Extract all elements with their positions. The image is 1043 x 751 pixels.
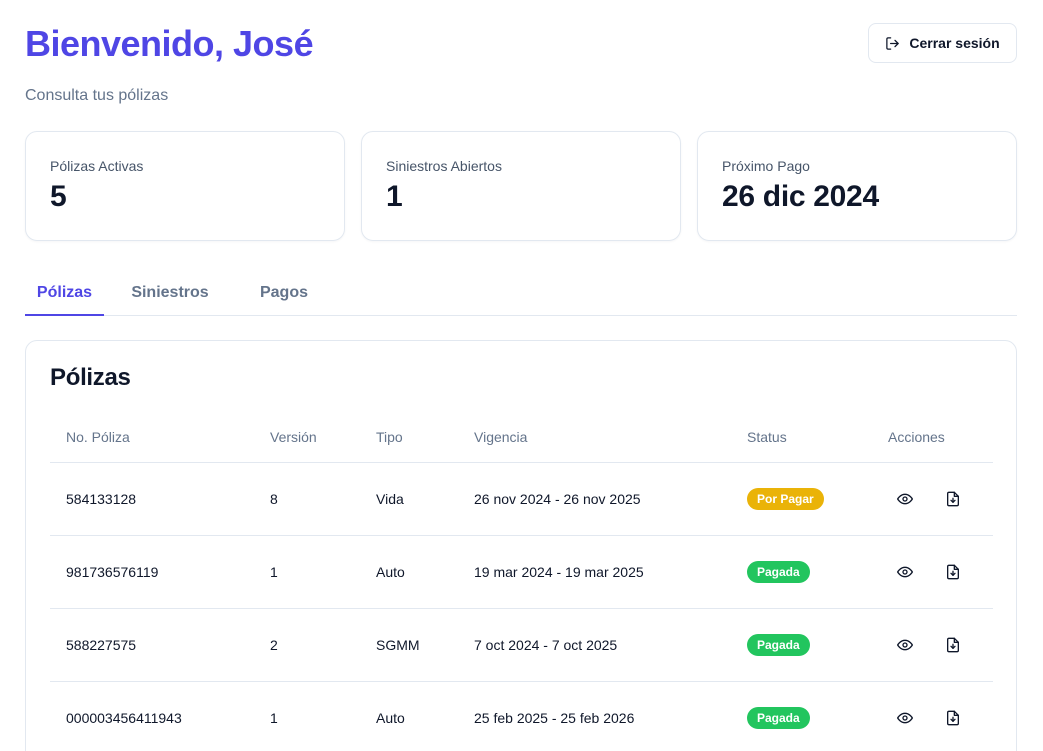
status-badge: Pagada bbox=[747, 706, 810, 729]
eye-icon[interactable] bbox=[894, 707, 916, 729]
status-badge: Por Pagar bbox=[747, 487, 824, 510]
policy-status-cell: Pagada bbox=[731, 608, 872, 682]
policy-actions bbox=[872, 535, 993, 609]
policy-number: 584133128 bbox=[50, 462, 254, 536]
column-header: Acciones bbox=[872, 413, 993, 463]
table-header-row: No. Póliza Versión Tipo Vigencia Status … bbox=[50, 413, 993, 463]
policy-validity: 19 mar 2024 - 19 mar 2025 bbox=[458, 535, 731, 609]
stat-card-open-claims: Siniestros Abiertos 1 bbox=[361, 131, 681, 241]
policy-validity: 7 oct 2024 - 7 oct 2025 bbox=[458, 608, 731, 682]
policy-version: 1 bbox=[254, 681, 360, 751]
tab-pagos[interactable]: Pagos bbox=[236, 276, 332, 316]
column-header: Versión bbox=[254, 413, 360, 463]
file-download-icon[interactable] bbox=[942, 488, 964, 510]
eye-icon[interactable] bbox=[894, 561, 916, 583]
stats-row: Pólizas Activas 5 Siniestros Abiertos 1 … bbox=[25, 131, 1017, 241]
policy-version: 2 bbox=[254, 608, 360, 682]
stat-card-next-payment: Próximo Pago 26 dic 2024 bbox=[697, 131, 1017, 241]
tab-polizas[interactable]: Pólizas bbox=[25, 276, 104, 316]
stat-card-active-policies: Pólizas Activas 5 bbox=[25, 131, 345, 241]
status-badge: Pagada bbox=[747, 633, 810, 656]
file-download-icon[interactable] bbox=[942, 634, 964, 656]
policy-version: 8 bbox=[254, 462, 360, 536]
stat-label: Siniestros Abiertos bbox=[386, 158, 502, 174]
stat-value: 26 dic 2024 bbox=[722, 180, 879, 213]
tab-bar: Pólizas Siniestros Pagos bbox=[25, 276, 1017, 316]
file-download-icon[interactable] bbox=[942, 561, 964, 583]
column-header: Tipo bbox=[360, 413, 458, 463]
stat-value: 1 bbox=[386, 180, 403, 213]
stat-label: Pólizas Activas bbox=[50, 158, 144, 174]
policy-type: SGMM bbox=[360, 608, 458, 682]
table-row: 584133128 8 Vida 26 nov 2024 - 26 nov 20… bbox=[50, 462, 993, 536]
table-row: 000003456411943 1 Auto 25 feb 2025 - 25 … bbox=[50, 681, 993, 751]
eye-icon[interactable] bbox=[894, 488, 916, 510]
logout-button[interactable]: Cerrar sesión bbox=[868, 23, 1017, 63]
tab-siniestros[interactable]: Siniestros bbox=[104, 276, 236, 316]
policy-status-cell: Por Pagar bbox=[731, 462, 872, 536]
policy-validity: 26 nov 2024 - 26 nov 2025 bbox=[458, 462, 731, 536]
panel-title: Pólizas bbox=[50, 364, 131, 391]
policy-type: Auto bbox=[360, 535, 458, 609]
logout-icon bbox=[885, 36, 900, 51]
policy-type: Auto bbox=[360, 681, 458, 751]
status-badge: Pagada bbox=[747, 560, 810, 583]
header: Bienvenido, José Consulta tus pólizas Ce… bbox=[25, 22, 1017, 104]
policy-status-cell: Pagada bbox=[731, 535, 872, 609]
policy-actions bbox=[872, 462, 993, 536]
policy-actions bbox=[872, 608, 993, 682]
eye-icon[interactable] bbox=[894, 634, 916, 656]
policy-type: Vida bbox=[360, 462, 458, 536]
policies-table: No. Póliza Versión Tipo Vigencia Status … bbox=[50, 413, 993, 751]
stat-label: Próximo Pago bbox=[722, 158, 810, 174]
logout-label: Cerrar sesión bbox=[909, 35, 1000, 51]
column-header: Vigencia bbox=[458, 413, 731, 463]
policy-actions bbox=[872, 681, 993, 751]
policy-number: 000003456411943 bbox=[50, 681, 254, 751]
page-subtitle: Consulta tus pólizas bbox=[25, 87, 169, 104]
policy-number: 981736576119 bbox=[50, 535, 254, 609]
policy-number: 588227575 bbox=[50, 608, 254, 682]
column-header: Status bbox=[731, 413, 872, 463]
policy-status-cell: Pagada bbox=[731, 681, 872, 751]
file-download-icon[interactable] bbox=[942, 707, 964, 729]
stat-value: 5 bbox=[50, 180, 67, 213]
policy-version: 1 bbox=[254, 535, 360, 609]
table-row: 981736576119 1 Auto 19 mar 2024 - 19 mar… bbox=[50, 535, 993, 609]
policy-validity: 25 feb 2025 - 25 feb 2026 bbox=[458, 681, 731, 751]
column-header: No. Póliza bbox=[50, 413, 254, 463]
table-row: 588227575 2 SGMM 7 oct 2024 - 7 oct 2025… bbox=[50, 608, 993, 682]
policies-panel: Pólizas No. Póliza Versión Tipo Vigencia… bbox=[25, 340, 1017, 751]
